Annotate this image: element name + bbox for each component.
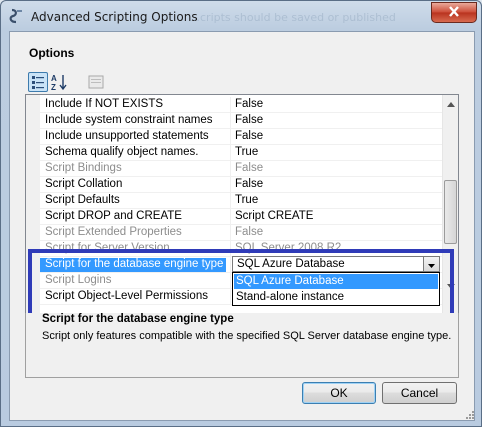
cancel-button[interactable]: Cancel [382,382,457,404]
property-row[interactable]: Script for Server Version SQL Server 2008… [40,241,442,257]
property-row[interactable]: Schema qualify object names. True [40,145,442,161]
dropdown-option-standalone[interactable]: Stand-alone instance [234,290,438,305]
ok-button[interactable]: OK [302,382,376,404]
property-name: Script Defaults [45,194,120,206]
engine-type-dropdown-list: SQL Azure Database Stand-alone instance [232,272,440,306]
scripting-app-icon [8,8,24,24]
property-name: Include system constraint names [45,114,213,126]
scroll-down-arrow-icon [447,279,455,292]
description-text: Script only features compatible with the… [42,330,452,342]
close-icon [448,5,460,20]
column-divider[interactable] [230,209,231,225]
options-heading: Options [29,46,75,60]
property-name: Script Extended Properties [45,226,182,238]
property-value[interactable]: SQL Server 2008 R2 [235,242,341,254]
categorized-button[interactable] [28,72,48,92]
property-row[interactable]: Script Bindings False [40,161,442,177]
svg-text:A: A [51,74,57,83]
scroll-down-button[interactable] [443,277,458,293]
dropdown-option-sql-azure[interactable]: SQL Azure Database [234,274,438,289]
property-row[interactable]: Script Collation False [40,177,442,193]
property-row[interactable]: Include system constraint names False [40,113,442,129]
property-value[interactable]: False [235,178,263,190]
property-name: Include unsupported statements [45,130,209,142]
property-name: Script for the database engine type [40,258,226,273]
property-name: Schema qualify object names. [45,146,199,158]
dropdown-button[interactable] [423,257,439,271]
column-divider[interactable] [230,273,231,289]
property-value[interactable]: False [235,162,263,174]
property-value[interactable]: False [235,226,263,238]
property-value[interactable]: True [235,146,258,158]
property-value[interactable]: False [235,130,263,142]
column-divider[interactable] [230,241,231,257]
property-name: Script Collation [45,178,123,190]
property-value[interactable]: False [235,114,263,126]
description-panel: Script for the database engine type Scri… [25,313,459,378]
property-name: Script Bindings [45,162,122,174]
column-divider[interactable] [230,225,231,241]
property-grid-gutter [26,95,40,314]
property-row[interactable]: Script Defaults True [40,193,442,209]
property-row[interactable]: Script DROP and CREATE Script CREATE [40,209,442,225]
column-divider[interactable] [230,129,231,145]
scrollbar-thumb[interactable] [444,180,457,244]
property-name: Script Logins [45,274,112,286]
title-bar[interactable]: Advanced Scripting Options …cripts shoul… [1,1,481,31]
property-row[interactable]: Include unsupported statements False [40,129,442,145]
property-name: Script DROP and CREATE [45,210,182,222]
engine-type-combobox-value: SQL Azure Database [237,258,345,270]
svg-text:Z: Z [51,83,56,92]
property-row[interactable]: Include If NOT EXISTS False [40,97,442,113]
property-value[interactable]: False [235,98,263,110]
column-divider[interactable] [230,193,231,209]
column-divider[interactable] [230,113,231,129]
property-value[interactable]: True [235,194,258,206]
window-title: Advanced Scripting Options [31,10,198,24]
property-name: Script Object-Level Permissions [45,290,208,302]
chevron-down-icon [428,258,435,271]
close-button[interactable] [431,2,477,23]
property-pages-button[interactable] [86,72,106,92]
column-divider[interactable] [230,257,231,273]
column-divider[interactable] [230,161,231,177]
property-name: Include If NOT EXISTS [45,98,164,110]
property-name: Script for Server Version [45,242,170,254]
vertical-scrollbar[interactable] [442,95,458,314]
column-divider[interactable] [230,145,231,161]
scroll-up-arrow-icon [447,97,455,110]
column-divider[interactable] [230,177,231,193]
column-divider[interactable] [230,289,231,305]
property-row[interactable]: Script Extended Properties False [40,225,442,241]
background-window-title: …cripts should be saved or published [189,11,396,24]
alphabetical-button[interactable]: A Z [50,72,70,92]
engine-type-combobox[interactable]: SQL Azure Database [232,256,440,272]
resize-grip-icon[interactable] [464,409,474,419]
scroll-up-button[interactable] [443,95,458,111]
column-divider[interactable] [230,97,231,113]
categorized-view-icon [29,76,47,94]
property-value[interactable]: Script CREATE [235,210,313,222]
description-title: Script for the database engine type [42,313,234,325]
